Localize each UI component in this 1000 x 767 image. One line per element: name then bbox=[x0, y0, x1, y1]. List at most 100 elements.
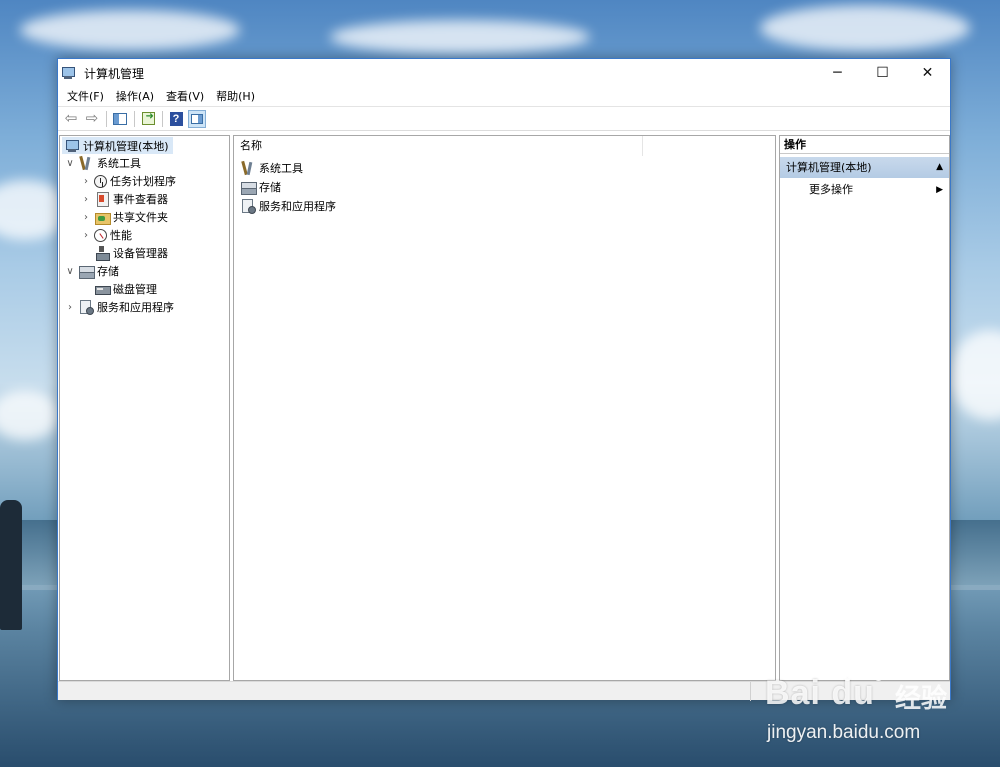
tools-icon bbox=[240, 160, 256, 176]
tree-item-performance[interactable]: › 性能 bbox=[60, 226, 229, 244]
back-icon[interactable]: ⇦ bbox=[62, 110, 80, 128]
results-pane: 名称 系统工具 存储 服务和应用程序 bbox=[233, 135, 776, 681]
list-column-header: 名称 bbox=[234, 135, 775, 156]
tree-item-system-tools[interactable]: ∨ 系统工具 bbox=[60, 154, 229, 172]
export-list-icon bbox=[141, 111, 155, 125]
tree-item-label: 任务计划程序 bbox=[110, 175, 176, 188]
maximize-button[interactable]: ☐ bbox=[860, 59, 905, 87]
tools-icon bbox=[78, 155, 94, 171]
baidu-jingyan-watermark: Bai du 经验 jingyan.baidu.com bbox=[765, 660, 985, 750]
computer-icon bbox=[64, 138, 80, 154]
action-label: 更多操作 bbox=[809, 183, 853, 196]
shared-folders-icon bbox=[94, 209, 111, 225]
services-icon bbox=[78, 299, 94, 315]
tree-item-label: 存储 bbox=[97, 265, 119, 278]
window-title: 计算机管理 bbox=[84, 66, 145, 81]
menu-view[interactable]: 查看(V) bbox=[160, 87, 210, 107]
actions-pane-title: 操作 bbox=[780, 136, 949, 154]
paw-toe bbox=[843, 670, 852, 681]
toolbar: ⇦ ⇨ ? bbox=[58, 107, 950, 131]
window-controls: ─ ☐ ✕ bbox=[815, 59, 950, 87]
cloud bbox=[0, 390, 60, 440]
performance-icon bbox=[94, 228, 107, 242]
menu-help[interactable]: 帮助(H) bbox=[210, 87, 261, 107]
chevron-right-icon[interactable]: › bbox=[64, 302, 76, 313]
menu-bar: 文件(F) 操作(A) 查看(V) 帮助(H) bbox=[58, 87, 950, 107]
show-hide-action-pane-button[interactable] bbox=[188, 109, 206, 128]
paw-toe bbox=[864, 662, 873, 673]
tree-item-services-applications[interactable]: › 服务和应用程序 bbox=[60, 298, 229, 316]
list-item-storage[interactable]: 存储 bbox=[238, 177, 336, 196]
tree-item-shared-folders[interactable]: › 共享文件夹 bbox=[60, 208, 229, 226]
event-viewer-icon bbox=[94, 191, 110, 207]
menu-file[interactable]: 文件(F) bbox=[61, 87, 110, 107]
disk-management-icon bbox=[94, 281, 111, 297]
results-list: 系统工具 存储 服务和应用程序 bbox=[238, 158, 336, 215]
tree-selected-node: 计算机管理(本地) bbox=[62, 137, 173, 154]
action-more-actions[interactable]: 更多操作 ▶ bbox=[780, 180, 949, 200]
tree-item-label: 设备管理器 bbox=[113, 247, 168, 260]
tree-item-label: 系统工具 bbox=[97, 157, 141, 170]
computer-management-app-icon bbox=[60, 65, 76, 81]
help-icon: ? bbox=[169, 111, 183, 126]
chevron-right-icon[interactable]: › bbox=[80, 194, 92, 205]
export-list-button[interactable] bbox=[139, 110, 157, 128]
toolbar-separator bbox=[162, 110, 163, 127]
cloud bbox=[950, 330, 1000, 420]
action-pane-icon bbox=[191, 113, 203, 124]
tree-item-label: 性能 bbox=[110, 229, 132, 242]
list-item-system-tools[interactable]: 系统工具 bbox=[238, 158, 336, 177]
console-tree-icon bbox=[113, 112, 127, 125]
console-tree-pane: 计算机管理(本地) ∨ 系统工具 › 任务计划程序 › 事件查看器 › 共享文件… bbox=[59, 135, 230, 681]
storage-icon bbox=[78, 263, 95, 279]
collapse-triangle-icon[interactable]: ▲ bbox=[936, 157, 943, 178]
runner-silhouette bbox=[0, 500, 22, 630]
chevron-down-icon[interactable]: ∨ bbox=[64, 158, 76, 169]
chevron-right-icon[interactable]: › bbox=[80, 230, 92, 241]
tree-item-device-manager[interactable]: 设备管理器 bbox=[60, 244, 229, 262]
services-icon bbox=[240, 198, 256, 214]
paw-logo-icon bbox=[835, 660, 887, 700]
chevron-right-icon[interactable]: › bbox=[80, 212, 92, 223]
tree-item-label: 计算机管理(本地) bbox=[83, 139, 169, 153]
toolbar-separator bbox=[106, 110, 107, 127]
tree-item-disk-management[interactable]: 磁盘管理 bbox=[60, 280, 229, 298]
tree-item-computer-management[interactable]: 计算机管理(本地) bbox=[60, 136, 229, 154]
paw-toe bbox=[874, 670, 883, 681]
title-bar[interactable]: 计算机管理 ─ ☐ ✕ bbox=[58, 59, 950, 87]
tree-item-event-viewer[interactable]: › 事件查看器 bbox=[60, 190, 229, 208]
computer-management-window: 计算机管理 ─ ☐ ✕ 文件(F) 操作(A) 查看(V) 帮助(H) ⇦ ⇨ … bbox=[57, 58, 951, 701]
tree-item-task-scheduler[interactable]: › 任务计划程序 bbox=[60, 172, 229, 190]
watermark-url: jingyan.baidu.com bbox=[767, 722, 921, 743]
forward-icon[interactable]: ⇨ bbox=[83, 110, 101, 128]
menu-action[interactable]: 操作(A) bbox=[110, 87, 160, 107]
minimize-button[interactable]: ─ bbox=[815, 59, 860, 87]
tree-item-storage[interactable]: ∨ 存储 bbox=[60, 262, 229, 280]
show-hide-console-tree-button[interactable] bbox=[111, 110, 129, 128]
actions-group-header[interactable]: 计算机管理(本地) ▲ bbox=[780, 157, 949, 178]
paw-toe bbox=[853, 662, 862, 673]
column-header-name[interactable]: 名称 bbox=[234, 135, 643, 156]
tree-item-label: 服务和应用程序 bbox=[97, 301, 174, 314]
jingyan-text: 经验 bbox=[895, 684, 948, 714]
cloud bbox=[330, 20, 590, 54]
actions-pane: 操作 计算机管理(本地) ▲ 更多操作 ▶ bbox=[779, 135, 950, 681]
help-button[interactable]: ? bbox=[167, 110, 185, 128]
list-item-services-applications[interactable]: 服务和应用程序 bbox=[238, 196, 336, 215]
chevron-down-icon[interactable]: ∨ bbox=[64, 266, 76, 277]
tree-item-label: 事件查看器 bbox=[113, 193, 168, 206]
cloud bbox=[760, 5, 970, 51]
list-item-label: 服务和应用程序 bbox=[259, 199, 336, 213]
list-item-label: 系统工具 bbox=[259, 161, 303, 175]
device-manager-icon bbox=[94, 245, 110, 261]
close-button[interactable]: ✕ bbox=[905, 59, 950, 87]
tree-item-label: 磁盘管理 bbox=[113, 283, 157, 296]
chevron-right-icon[interactable]: › bbox=[80, 176, 92, 187]
toolbar-separator bbox=[134, 110, 135, 127]
actions-group-label: 计算机管理(本地) bbox=[786, 161, 872, 174]
task-scheduler-icon bbox=[94, 174, 107, 188]
cloud bbox=[20, 10, 240, 50]
storage-icon bbox=[240, 179, 257, 195]
tree-item-label: 共享文件夹 bbox=[113, 211, 168, 224]
submenu-arrow-icon: ▶ bbox=[936, 185, 943, 195]
